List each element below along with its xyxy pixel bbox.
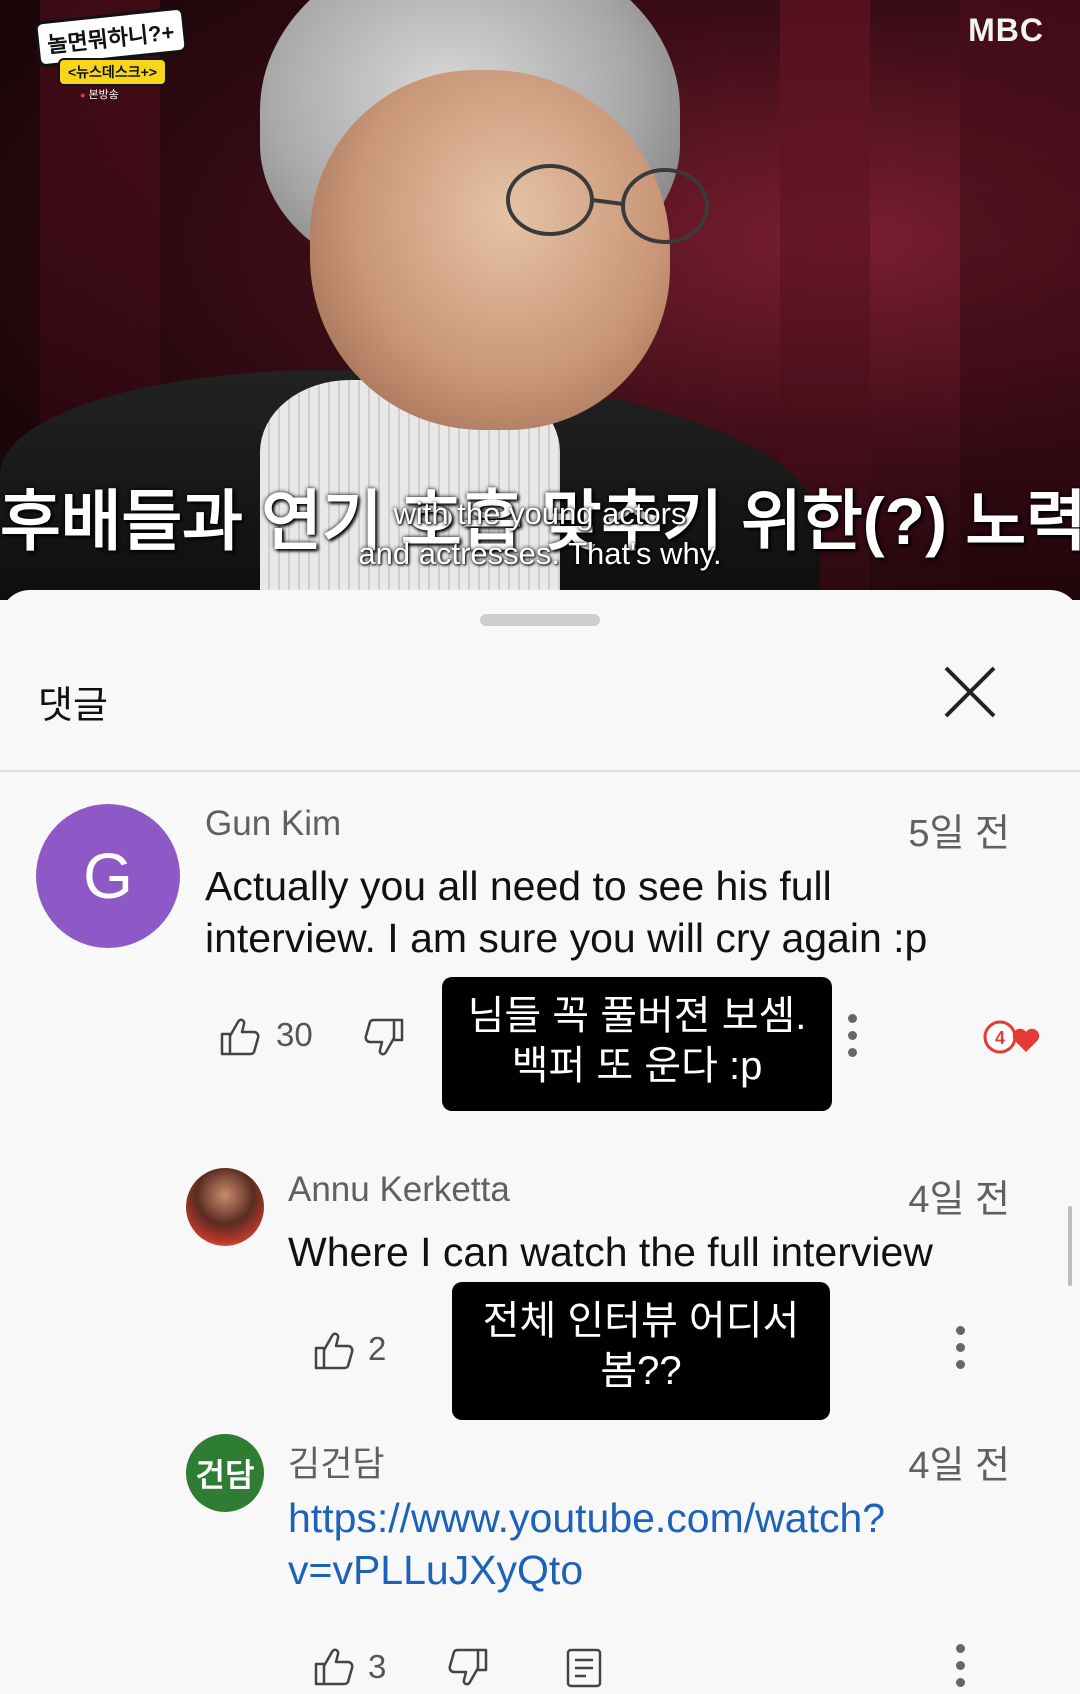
korean-translation-caption: 님들 꼭 풀버젼 보셈. 백퍼 또 운다 :p — [442, 977, 832, 1111]
thumbs-down-icon[interactable] — [446, 1646, 490, 1690]
comment-time: 4일 전 — [908, 1179, 1010, 1221]
thumbs-up-icon[interactable] — [312, 1328, 356, 1372]
avatar-letter: G — [83, 840, 133, 912]
english-subtitle-line2: and actresses. That's why. — [358, 536, 722, 571]
avatar-letter: 건담 — [195, 1457, 255, 1493]
creator-heart-icon: 4 — [983, 1020, 1040, 1054]
show-logo-sub: <뉴스데스크+> — [58, 58, 167, 86]
korean-translation-caption: 전체 인터뷰 어디서 봄?? — [452, 1282, 830, 1420]
comment-text-line1: Where I can watch the full interview — [288, 1229, 933, 1275]
avatar[interactable]: 건담 — [186, 1434, 264, 1512]
comment-text-line2: interview. I am sure you will cry again … — [205, 915, 928, 961]
glasses-graphic — [506, 164, 709, 244]
like-count: 3 — [368, 1648, 387, 1685]
comment-author[interactable]: 김건담 — [288, 1436, 385, 1487]
header-divider — [0, 770, 1080, 772]
thumbs-up-icon[interactable] — [218, 1014, 262, 1058]
show-logo: 놀면뭐하니?+ <뉴스데스크+> 본방송 — [34, 6, 188, 104]
comment-author[interactable]: Gun Kim — [205, 804, 341, 844]
avatar[interactable]: G — [36, 804, 180, 948]
reply-icon[interactable] — [562, 1646, 606, 1690]
english-subtitle-line1: with the young actors — [393, 496, 687, 531]
scrollbar[interactable] — [1068, 1206, 1072, 1286]
comments-title: 댓글 — [38, 685, 108, 727]
close-icon[interactable] — [940, 662, 1000, 722]
svg-text:4: 4 — [995, 1028, 1005, 1048]
show-logo-tag: 본방송 — [80, 86, 118, 102]
comment-link-line2[interactable]: v=vPLLuJXyQto — [288, 1544, 583, 1596]
man-face — [310, 70, 670, 430]
like-count: 2 — [368, 1330, 387, 1367]
like-count: 30 — [276, 1016, 313, 1053]
broadcaster-logo: MBC — [968, 12, 1044, 48]
caption-line2: 백퍼 또 운다 :p — [511, 1044, 763, 1088]
more-options-icon[interactable] — [952, 1326, 968, 1376]
comment-author[interactable]: Annu Kerketta — [288, 1170, 510, 1210]
comment-link-line1[interactable]: https://www.youtube.com/watch? — [288, 1492, 885, 1544]
more-options-icon[interactable] — [844, 1014, 860, 1064]
thumbs-down-icon[interactable] — [362, 1016, 406, 1060]
caption-line1: 전체 인터뷰 어디서 — [482, 1299, 800, 1343]
comment-text-line1: Actually you all need to see his full — [205, 863, 832, 909]
caption-line2: 봄?? — [600, 1349, 682, 1393]
comment-time: 4일 전 — [908, 1445, 1010, 1487]
video-player[interactable]: 놀면뭐하니?+ <뉴스데스크+> 본방송 MBC 후배들과 연기 호흡 맞추기 … — [0, 0, 1080, 600]
drag-handle[interactable] — [480, 614, 600, 626]
thumbs-up-icon[interactable] — [312, 1644, 356, 1688]
comment-time: 5일 전 — [908, 813, 1010, 855]
more-options-icon[interactable] — [952, 1644, 968, 1694]
caption-line1: 님들 꼭 풀버젼 보셈. — [467, 994, 807, 1038]
avatar[interactable] — [186, 1168, 264, 1246]
